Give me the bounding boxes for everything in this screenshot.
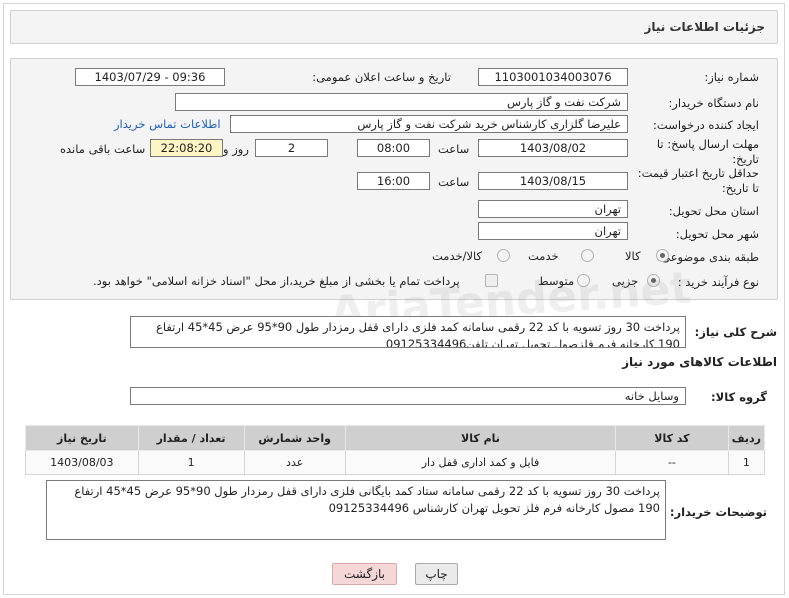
description-label: شرح کلی نیاز:: [694, 325, 777, 339]
cell-need-date: 1403/08/03: [25, 450, 139, 475]
announce-label: تاریخ و ساعت اعلان عمومی:: [312, 70, 451, 84]
page-title: جزئیات اطلاعات نیاز: [644, 20, 765, 34]
category-label: طبقه بندی موضوعی:: [657, 250, 759, 264]
days-field: 2: [255, 139, 328, 157]
cell-code: --: [615, 450, 729, 475]
buyer-org-label: نام دستگاه خریدار:: [668, 96, 759, 110]
goods-section-title: اطلاعات کالاهای مورد نیاز: [622, 355, 777, 369]
validity-date-field: 1403/08/15: [478, 172, 628, 190]
description-textarea[interactable]: پرداخت 30 روز تسویه با کد 22 رقمی سامانه…: [130, 316, 686, 348]
deadline-label: مهلت ارسال پاسخ: تا تاریخ:: [656, 137, 759, 166]
deadline-time-field: 08:00: [357, 139, 430, 157]
city-field: تهران: [478, 222, 628, 240]
purchase-type-label: نوع فرآیند خرید :: [677, 275, 759, 289]
col-code: کد کالا: [615, 425, 729, 451]
purchase-radio-minor[interactable]: [647, 274, 660, 287]
col-name: نام کالا: [344, 425, 617, 451]
deadline-time-label: ساعت: [438, 142, 470, 156]
category-option-goods-service: کالا/خدمت: [432, 249, 483, 263]
buyer-notes-textarea[interactable]: پرداخت 30 روز تسویه با کد 22 رقمی سامانه…: [46, 480, 666, 540]
back-button[interactable]: بازگشت: [332, 563, 397, 585]
goods-group-label: گروه کالا:: [711, 390, 767, 404]
items-table: ردیف کد کالا نام کالا واحد شمارش تعداد /…: [25, 425, 766, 475]
purchase-radio-medium[interactable]: [577, 274, 590, 287]
category-radio-service[interactable]: [581, 249, 594, 262]
cell-row: 1: [727, 450, 766, 475]
remaining-time-field: 22:08:20: [150, 139, 223, 157]
deadline-date-field: 1403/08/02: [478, 139, 628, 157]
province-field: تهران: [478, 200, 628, 218]
col-unit: واحد شمارش: [243, 425, 346, 451]
category-radio-goods-service[interactable]: [497, 249, 510, 262]
contact-info-link[interactable]: اطلاعات تماس خریدار: [114, 117, 221, 131]
validity-time-label: ساعت: [438, 175, 470, 189]
validity-time-field: 16:00: [357, 172, 430, 190]
table-row: 1 -- فایل و کمد اداری قفل دار عدد 1 1403…: [25, 450, 766, 475]
validity-label: حداقل تاریخ اعتبار قیمت: تا تاریخ:: [637, 166, 759, 195]
need-number-field: 1103001034003076: [478, 68, 628, 86]
purchase-option-minor: جزیی: [612, 274, 639, 288]
need-number-label: شماره نیاز:: [704, 70, 759, 84]
category-option-service: خدمت: [528, 249, 559, 263]
buyer-org-field: شرکت نفت و گاز پارس: [175, 93, 628, 111]
print-button[interactable]: چاپ: [415, 563, 458, 585]
days-label: روز و: [223, 142, 249, 156]
remaining-label: ساعت باقی مانده: [60, 142, 146, 156]
col-quantity: تعداد / مقدار: [137, 425, 245, 451]
page-header: جزئیات اطلاعات نیاز: [10, 10, 778, 44]
province-label: استان محل تحویل:: [668, 204, 759, 218]
buyer-notes-label: توضیحات خریدار:: [669, 505, 767, 519]
cell-quantity: 1: [137, 450, 245, 475]
category-option-goods: کالا: [625, 249, 641, 263]
items-table-header: ردیف کد کالا نام کالا واحد شمارش تعداد /…: [25, 425, 766, 451]
cell-name: فایل و کمد اداری قفل دار: [344, 450, 617, 475]
purchase-option-medium: متوسط: [538, 274, 575, 288]
treasury-note: پرداخت تمام یا بخشی از مبلغ خرید،از محل …: [93, 274, 460, 288]
category-radio-goods[interactable]: [656, 249, 669, 262]
city-label: شهر محل تحویل:: [675, 227, 759, 241]
goods-group-field: وسایل خانه: [130, 387, 686, 405]
treasury-checkbox[interactable]: [485, 274, 498, 287]
requester-field: علیرضا گلزاری کارشناس خرید شرکت نفت و گا…: [230, 115, 628, 133]
cell-unit: عدد: [243, 450, 346, 475]
announce-field: 1403/07/29 - 09:36: [75, 68, 225, 86]
col-need-date: تاریخ نیاز: [25, 425, 139, 451]
col-row: ردیف: [727, 425, 766, 451]
requester-label: ایجاد کننده درخواست:: [653, 118, 759, 132]
